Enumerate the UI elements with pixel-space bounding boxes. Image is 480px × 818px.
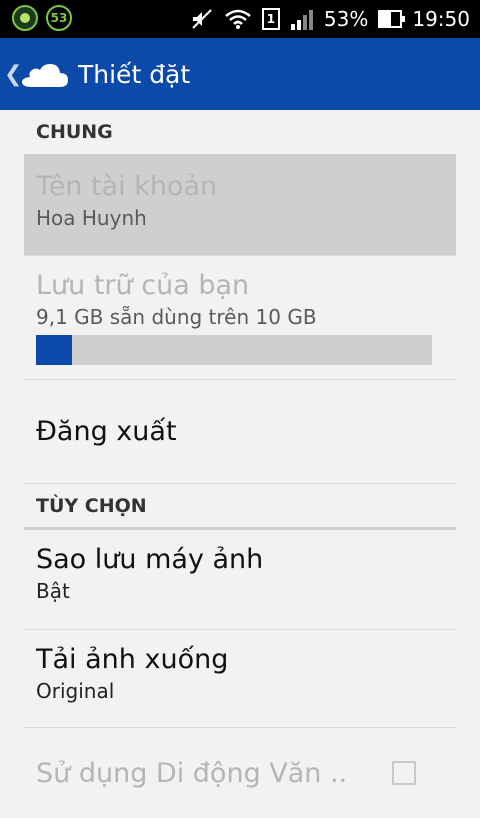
mobile-data-row[interactable]: Sử dụng Di động Văn .. [24,728,456,818]
settings-list: CHUNG Tên tài khoản Hoa Huynh Lưu trữ củ… [24,110,456,818]
mute-icon [192,9,212,29]
back-chevron-icon[interactable]: ❮ [4,62,22,87]
download-photos-title: Tải ảnh xuống [36,644,229,675]
sim-card-icon: 1 [261,8,280,30]
app-notification-icon [12,5,38,31]
battery-icon [378,10,406,28]
storage-progress-fill [36,335,72,365]
logout-title: Đăng xuất [36,416,177,447]
clock: 19:50 [412,7,470,31]
account-name-row[interactable]: Tên tài khoản Hoa Huynh [24,156,456,256]
account-name-value: Hoa Huynh [36,206,147,230]
page-title: Thiết đặt [78,59,191,89]
onedrive-cloud-icon[interactable] [20,59,70,89]
signal-icon [290,10,313,30]
battery-level [380,12,391,26]
camera-backup-title: Sao lưu máy ảnh [36,544,264,575]
mobile-data-checkbox[interactable] [392,761,416,785]
download-photos-value: Original [36,679,115,703]
storage-value: 9,1 GB sẵn dùng trên 10 GB [36,305,317,329]
section-header-general: CHUNG [24,110,456,156]
wifi-icon [225,9,251,29]
section-header-options: TÙY CHỌN [24,484,456,530]
status-bar: 53 1 53% 19:50 [0,0,480,38]
logout-row[interactable]: Đăng xuất [24,380,456,484]
download-photos-row[interactable]: Tải ảnh xuống Original [24,630,456,728]
notification-count-badge: 53 [46,5,72,31]
app-bar: ❮ Thiết đặt [0,38,480,110]
camera-backup-value: Bật [36,579,70,603]
camera-backup-row[interactable]: Sao lưu máy ảnh Bật [24,530,456,630]
account-name-title: Tên tài khoản [36,171,218,202]
battery-percent: 53% [323,7,369,31]
storage-title: Lưu trữ của bạn [36,270,250,301]
storage-progress-bar [36,335,432,365]
storage-row: Lưu trữ của bạn 9,1 GB sẵn dùng trên 10 … [24,256,456,380]
mobile-data-title: Sử dụng Di động Văn .. [36,757,348,789]
